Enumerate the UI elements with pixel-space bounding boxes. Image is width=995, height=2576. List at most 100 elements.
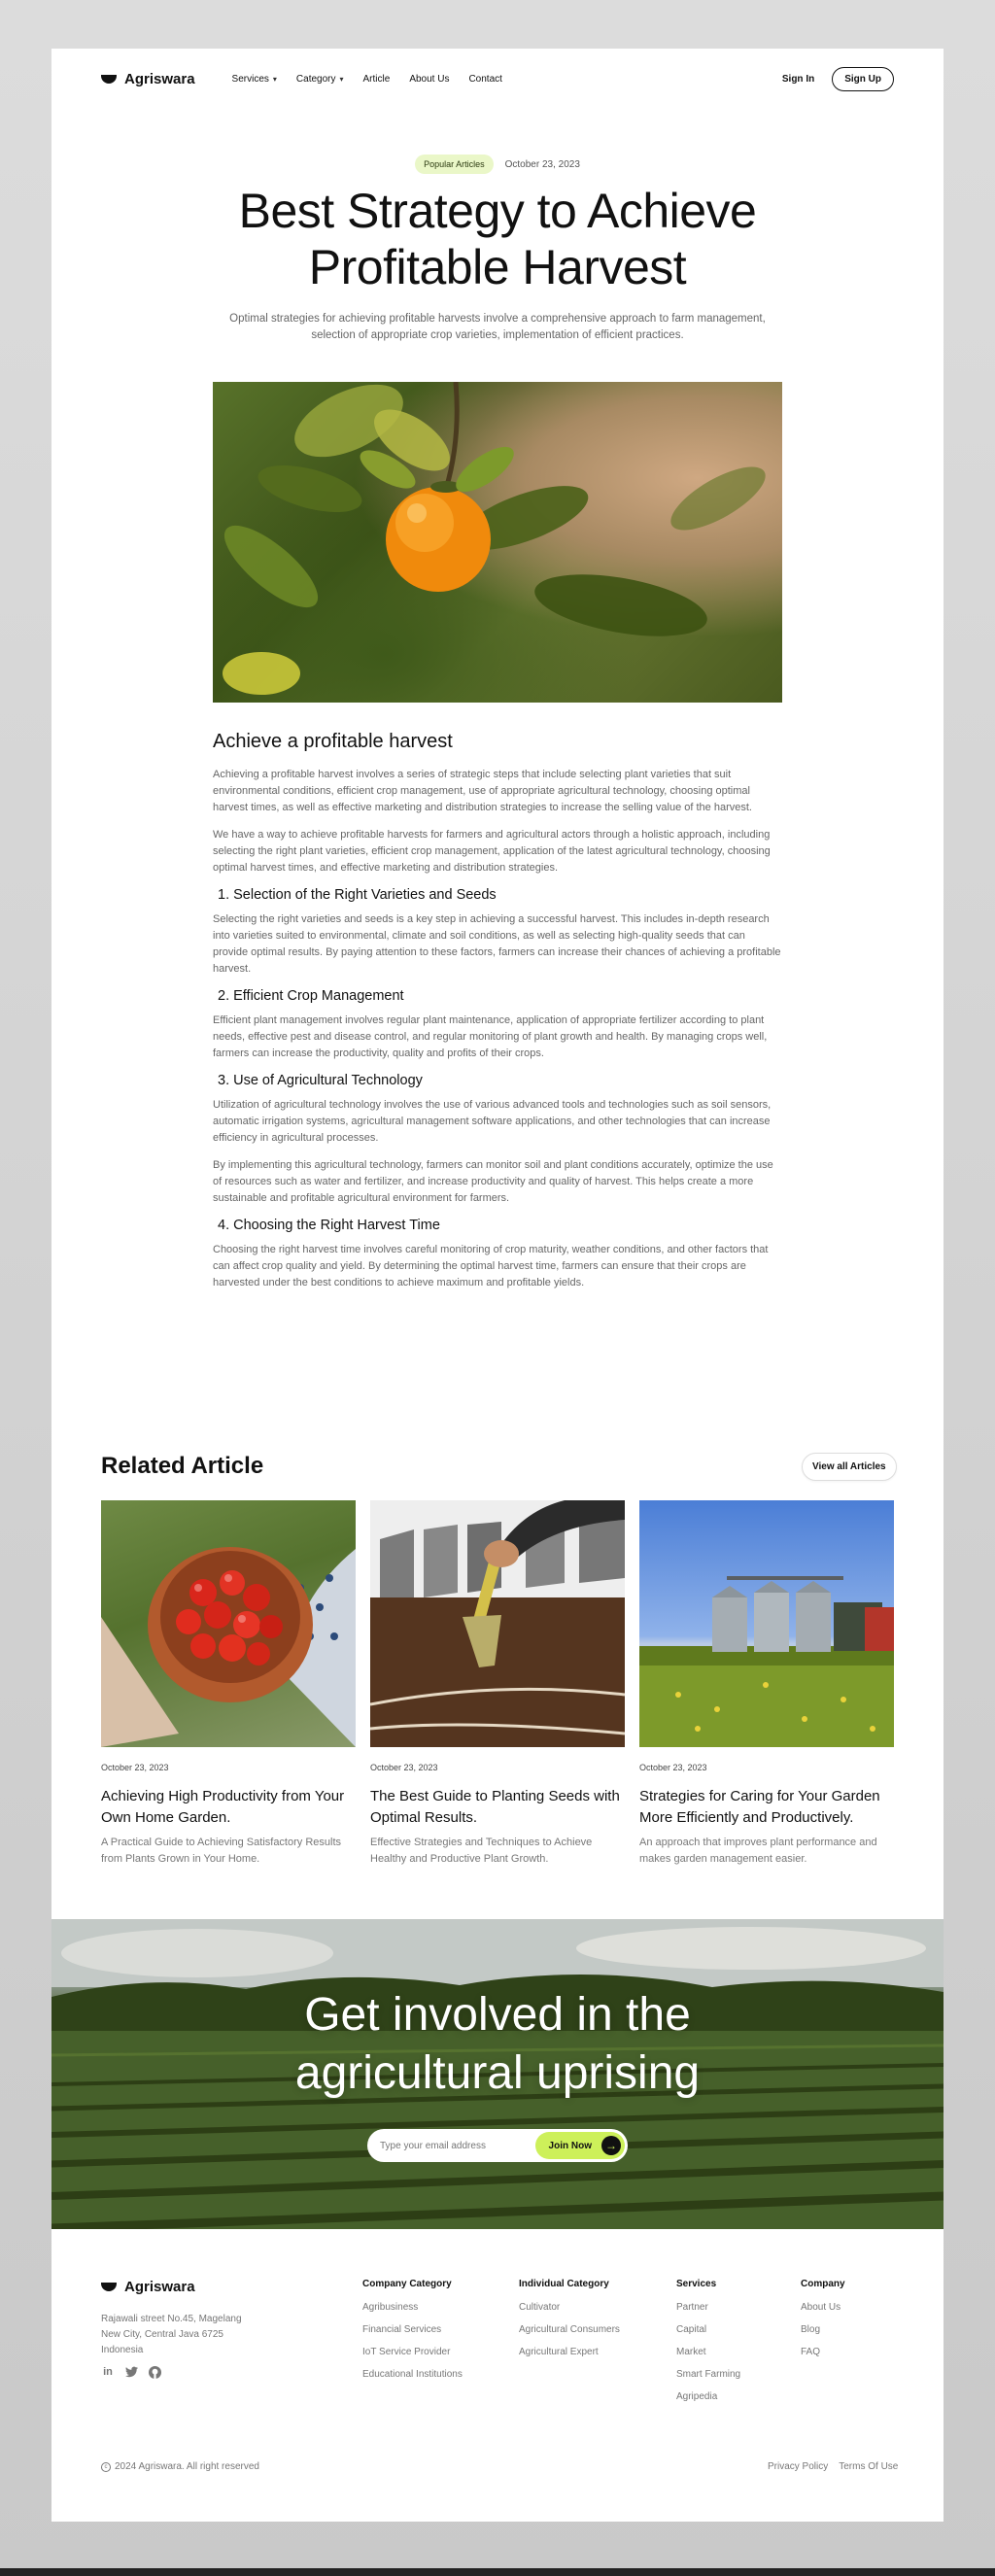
footer-brand-name: Agriswara (124, 2279, 195, 2295)
card-date: October 23, 2023 (639, 1763, 707, 1772)
article-paragraph: Utilization of agricultural technology i… (213, 1099, 772, 1144)
nav-label: Services (231, 73, 269, 85)
terms-of-use-link[interactable]: Terms Of Use (839, 2461, 898, 2472)
silos-illustration (639, 1576, 894, 1747)
address-line: Rajawali street No.45, Magelang (101, 2314, 242, 2324)
page-subtitle: Optimal strategies for achieving profita… (229, 313, 766, 341)
article-heading: Achieve a profitable harvest (213, 731, 453, 752)
address-line: New City, Central Java 6725 (101, 2329, 223, 2340)
twitter-icon[interactable] (124, 2365, 138, 2379)
nav-item-services[interactable]: Services ▾ (232, 74, 277, 85)
article-paragraph: Choosing the right harvest time involves… (213, 1244, 769, 1288)
linkedin-icon[interactable]: in (101, 2365, 115, 2379)
footer-link[interactable]: About Us (801, 2301, 845, 2315)
footer-column-company: Company About Us Blog FAQ (801, 2279, 845, 2368)
footer-link[interactable]: Partner (676, 2301, 740, 2315)
privacy-policy-link[interactable]: Privacy Policy (768, 2461, 828, 2472)
section-heading: 4. Choosing the Right Harvest Time (218, 1218, 440, 1233)
card-date: October 23, 2023 (101, 1763, 169, 1772)
copyright-icon: c (101, 2461, 111, 2472)
footer-link[interactable]: FAQ (801, 2346, 845, 2359)
article-card[interactable]: October 23, 2023 Achieving High Producti… (101, 1500, 356, 1868)
card-date: October 23, 2023 (370, 1763, 438, 1772)
section-heading: 2. Efficient Crop Management (218, 988, 404, 1004)
footer-link[interactable]: Blog (801, 2323, 845, 2337)
footer-link[interactable]: IoT Service Provider (362, 2346, 463, 2359)
orange-tree-illustration (223, 382, 766, 695)
nav-item-contact[interactable]: Contact (468, 74, 501, 85)
social-links: in (101, 2365, 161, 2379)
card-title[interactable]: Achieving High Productivity from Your Ow… (101, 1786, 356, 1829)
article-card[interactable]: October 23, 2023 The Best Guide to Plant… (370, 1500, 625, 1868)
cta-heading-line-1: Get involved in the (304, 1989, 691, 2041)
nav-label: Category (295, 73, 336, 85)
nav-item-category[interactable]: Category ▾ (296, 74, 344, 85)
email-input[interactable] (370, 2140, 535, 2151)
planting-illustration (370, 1500, 625, 1747)
nav-item-article[interactable]: Article (363, 74, 391, 85)
footer-link[interactable]: Agricultural Consumers (519, 2323, 620, 2337)
footer-column-title: Company Category (362, 2279, 452, 2289)
footer-link[interactable]: Capital (676, 2323, 740, 2337)
article-paragraph: Efficient plant management involves regu… (213, 1014, 768, 1059)
footer-column-individual-category: Individual Category Cultivator Agricultu… (519, 2279, 620, 2368)
view-all-articles-button[interactable]: View all Articles (802, 1453, 897, 1481)
copyright: c 2024 Agriswara. All right reserved (101, 2461, 259, 2472)
arrow-right-icon: → (601, 2136, 621, 2155)
footer-column-company-category: Company Category Agribusiness Financial … (362, 2279, 463, 2390)
article-meta: Popular Articles October 23, 2023 (51, 155, 944, 174)
brand-name: Agriswara (124, 70, 195, 87)
footer-link[interactable]: Cultivator (519, 2301, 620, 2315)
article-paragraph: Achieving a profitable harvest involves … (213, 769, 752, 813)
chevron-down-icon: ▾ (272, 74, 277, 84)
footer-brand[interactable]: Agriswara (101, 2279, 195, 2295)
footer-link[interactable]: Smart Farming (676, 2368, 740, 2382)
section-heading: 3. Use of Agricultural Technology (218, 1073, 423, 1088)
footer-column-title: Services (676, 2279, 717, 2289)
cta-heading: Get involved in the agricultural uprisin… (51, 1986, 944, 2103)
logo-mark-icon (101, 74, 117, 84)
auth-actions: Sign In Sign Up (782, 66, 894, 91)
sign-up-button[interactable]: Sign Up (832, 66, 894, 91)
copyright-text: 2024 Agriswara. All right reserved (115, 2461, 259, 2472)
card-description: An approach that improves plant performa… (639, 1837, 877, 1865)
card-image-silos (639, 1500, 894, 1747)
title-line-2: Profitable Harvest (308, 240, 687, 294)
card-description: A Practical Guide to Achieving Satisfact… (101, 1837, 342, 1865)
nav-item-about[interactable]: About Us (409, 74, 449, 85)
related-article-list: October 23, 2023 Achieving High Producti… (101, 1500, 894, 1868)
card-title[interactable]: The Best Guide to Planting Seeds with Op… (370, 1786, 625, 1829)
sign-in-link[interactable]: Sign In (782, 74, 814, 85)
address-line: Indonesia (101, 2345, 144, 2355)
footer-link[interactable]: Financial Services (362, 2323, 463, 2337)
card-title[interactable]: Strategies for Caring for Your Garden Mo… (639, 1786, 894, 1829)
footer-link[interactable]: Educational Institutions (362, 2368, 463, 2382)
legal-links: Privacy Policy Terms Of Use (768, 2461, 898, 2472)
join-now-label: Join Now (548, 2140, 592, 2151)
newsletter-banner: Get involved in the agricultural uprisin… (51, 1919, 944, 2229)
logo-mark-icon (101, 2283, 117, 2291)
main-menu: Services ▾ Category ▾ Article About Us Con… (232, 74, 502, 85)
nav-label: About Us (409, 73, 450, 85)
join-now-button[interactable]: Join Now → (534, 2132, 625, 2159)
footer-link[interactable]: Agripedia (676, 2390, 740, 2404)
footer-link[interactable]: Market (676, 2346, 740, 2359)
section-heading: 1. Selection of the Right Varieties and … (218, 887, 497, 903)
article-card[interactable]: October 23, 2023 Strategies for Caring f… (639, 1500, 894, 1868)
brand-logo[interactable]: Agriswara (101, 71, 195, 87)
footer-column-services: Services Partner Capital Market Smart Fa… (676, 2279, 740, 2413)
footer-column-title: Company (801, 2279, 845, 2289)
nav-label: Article (362, 73, 391, 85)
title-line-1: Best Strategy to Achieve (238, 184, 757, 238)
footer-column-title: Individual Category (519, 2279, 609, 2289)
article-paragraph: By implementing this agricultural techno… (213, 1159, 773, 1204)
card-image-planting (370, 1500, 625, 1747)
category-badge[interactable]: Popular Articles (415, 155, 494, 174)
footer-link[interactable]: Agribusiness (362, 2301, 463, 2315)
github-icon[interactable] (148, 2365, 161, 2379)
footer-link[interactable]: Agricultural Expert (519, 2346, 620, 2359)
bottom-strip (0, 2568, 995, 2576)
card-description: Effective Strategies and Techniques to A… (370, 1837, 593, 1865)
article-paragraph: We have a way to achieve profitable harv… (213, 829, 771, 874)
hero-image-orange (213, 382, 782, 703)
